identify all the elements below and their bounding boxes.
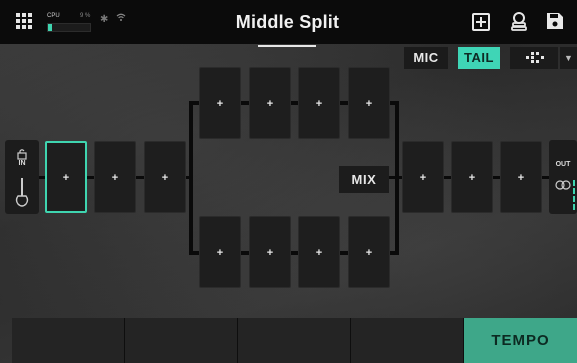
add-block-plus: + bbox=[111, 172, 119, 184]
mix-button[interactable]: MIX bbox=[339, 166, 389, 193]
cpu-percent: 9 % bbox=[80, 13, 91, 19]
output-block[interactable]: OUT bbox=[549, 140, 577, 214]
footswitch-4[interactable] bbox=[351, 318, 464, 363]
tuner-icon[interactable] bbox=[510, 12, 528, 32]
slot-path-a-3[interactable]: + bbox=[298, 67, 340, 139]
chevron-down-icon[interactable]: ▼ bbox=[560, 47, 577, 69]
cpu-label: CPU bbox=[47, 13, 60, 19]
footswitch-3[interactable] bbox=[238, 318, 351, 363]
add-block-plus: + bbox=[419, 172, 427, 184]
slot-path-b-3[interactable]: + bbox=[298, 216, 340, 288]
cpu-bar bbox=[47, 23, 91, 32]
add-block-plus: + bbox=[315, 247, 323, 259]
signal-line-split bbox=[189, 101, 193, 255]
add-block-plus: + bbox=[266, 98, 274, 110]
slot-path-a-2[interactable]: + bbox=[249, 67, 291, 139]
slot-path-a-1[interactable]: + bbox=[199, 67, 241, 139]
bluetooth-icon: ✱ bbox=[100, 14, 109, 25]
preset-title[interactable]: Middle Split bbox=[200, 12, 375, 33]
tempo-button[interactable]: TEMPO bbox=[464, 318, 577, 363]
guitar-icon bbox=[15, 178, 29, 207]
save-icon[interactable] bbox=[546, 12, 564, 30]
mic-button[interactable]: MIC bbox=[404, 47, 448, 69]
slot-path-b-1[interactable]: + bbox=[199, 216, 241, 288]
cpu-bar-fill bbox=[48, 24, 52, 31]
stereo-icon bbox=[555, 180, 571, 190]
add-block-icon[interactable] bbox=[472, 13, 490, 31]
input-block[interactable]: IN bbox=[5, 140, 39, 214]
footswitch-2[interactable] bbox=[125, 318, 238, 363]
slot-pre-1[interactable]: + bbox=[45, 141, 87, 213]
output-label: OUT bbox=[555, 161, 571, 168]
add-block-plus: + bbox=[315, 98, 323, 110]
slot-post-2[interactable]: + bbox=[451, 141, 493, 213]
footer-bar: TEMPO bbox=[0, 318, 577, 363]
view-mode-button[interactable] bbox=[510, 47, 558, 69]
add-block-plus: + bbox=[161, 172, 169, 184]
input-label: IN bbox=[18, 160, 26, 167]
layout-grid-icon bbox=[526, 52, 544, 63]
slot-path-b-4[interactable]: + bbox=[348, 216, 390, 288]
add-block-plus: + bbox=[365, 247, 373, 259]
add-block-plus: + bbox=[216, 247, 224, 259]
grid-icon[interactable] bbox=[16, 13, 32, 29]
tail-button[interactable]: TAIL bbox=[458, 47, 500, 69]
lock-icon bbox=[17, 149, 27, 160]
add-block-plus: + bbox=[517, 172, 525, 184]
slot-path-a-4[interactable]: + bbox=[348, 67, 390, 139]
slot-path-b-2[interactable]: + bbox=[249, 216, 291, 288]
add-block-plus: + bbox=[365, 98, 373, 110]
cpu-meter: CPU 9 % bbox=[47, 13, 95, 35]
slot-pre-3[interactable]: + bbox=[144, 141, 186, 213]
wifi-icon bbox=[116, 13, 126, 25]
add-block-plus: + bbox=[468, 172, 476, 184]
output-level-meter bbox=[573, 180, 576, 210]
footswitch-1[interactable] bbox=[12, 318, 125, 363]
add-block-plus: + bbox=[266, 247, 274, 259]
slot-pre-2[interactable]: + bbox=[94, 141, 136, 213]
add-block-plus: + bbox=[216, 98, 224, 110]
add-block-plus: + bbox=[62, 172, 70, 184]
slot-post-1[interactable]: + bbox=[402, 141, 444, 213]
title-underline bbox=[258, 45, 316, 47]
slot-post-3[interactable]: + bbox=[500, 141, 542, 213]
top-bar: CPU 9 % ✱ Middle Split bbox=[0, 0, 577, 44]
